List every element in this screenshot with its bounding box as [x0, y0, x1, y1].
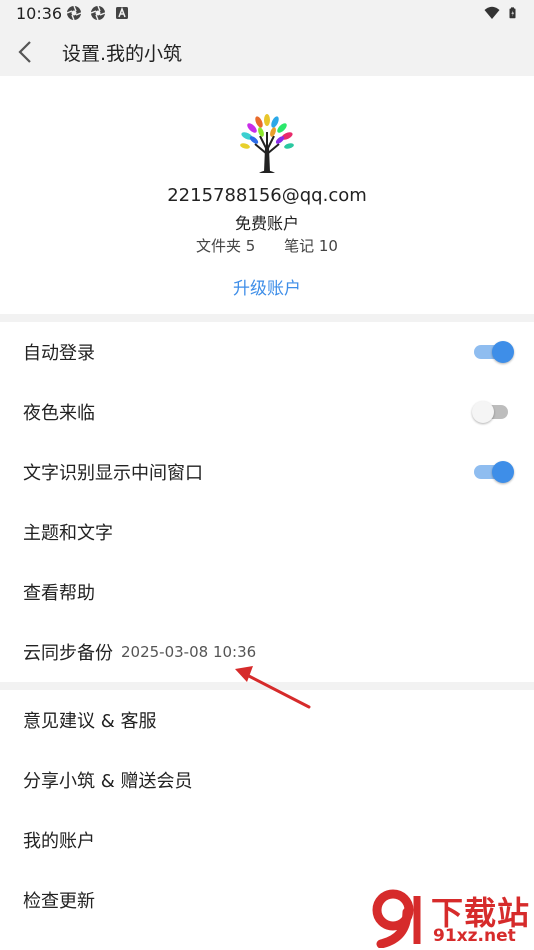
account-email: 2215788156@qq.com [167, 185, 367, 206]
page-title: 设置.我的小筑 [62, 43, 183, 65]
colorful-tree-icon [240, 114, 294, 173]
setting-theme[interactable]: 主题和文字 [0, 502, 534, 562]
toggle-knob [492, 461, 514, 483]
setting-my-account[interactable]: 我的账户 [0, 810, 534, 870]
setting-night-mode[interactable]: 夜色来临 [0, 382, 534, 442]
night-mode-toggle[interactable] [472, 401, 512, 423]
setting-auto-login[interactable]: 自动登录 [0, 322, 534, 382]
watermark-url: 91xz.net [433, 926, 516, 946]
setting-ocr-window[interactable]: 文字识别显示中间窗口 [0, 442, 534, 502]
setting-label: 分享小筑 & 赠送会员 [23, 771, 193, 792]
setting-cloud-sync[interactable]: 云同步备份 2025-03-08 10:36 [0, 622, 534, 682]
setting-label: 文字识别显示中间窗口 [23, 463, 203, 484]
status-left-icons [66, 5, 130, 21]
battery-icon [509, 7, 516, 19]
account-stats: 文件夹 5 笔记 10 [0, 235, 534, 256]
status-right-icons [484, 5, 520, 21]
profile-card: 2215788156@qq.com 免费账户 文件夹 5 笔记 10 升级账户 [0, 76, 534, 314]
setting-label: 云同步备份 [23, 643, 113, 664]
note-count: 笔记 10 [284, 237, 338, 255]
setting-share[interactable]: 分享小筑 & 赠送会员 [0, 750, 534, 810]
ocr-window-toggle[interactable] [472, 461, 514, 483]
setting-label: 意见建议 & 客服 [23, 711, 157, 732]
setting-help[interactable]: 查看帮助 [0, 562, 534, 622]
app-notification-icon [66, 5, 82, 21]
chevron-left-icon [18, 41, 31, 63]
toggle-knob [492, 341, 514, 363]
setting-label: 主题和文字 [23, 523, 113, 544]
setting-label: 我的账户 [23, 831, 95, 852]
auto-login-toggle[interactable] [472, 341, 514, 363]
setting-label: 查看帮助 [23, 583, 95, 604]
app-notification-icon [90, 5, 106, 21]
setting-label: 自动登录 [23, 343, 95, 364]
settings-group-main: 自动登录 夜色来临 文字识别显示中间窗口 主题和文字 查看帮助 云同步备份 20… [0, 322, 534, 682]
status-bar: 10:36 [0, 0, 534, 28]
sync-timestamp: 2025-03-08 10:36 [121, 643, 257, 661]
folder-count: 文件夹 5 [196, 237, 256, 255]
a-letter-icon [116, 6, 128, 19]
upgrade-account-link[interactable]: 升级账户 [0, 274, 534, 299]
setting-feedback[interactable]: 意见建议 & 客服 [0, 690, 534, 750]
toggle-knob [472, 401, 494, 423]
wifi-icon [484, 6, 500, 19]
app-bar: 设置.我的小筑 [0, 28, 534, 76]
account-plan: 免费账户 [234, 214, 299, 233]
site-watermark: 下载站 91xz.net [367, 886, 532, 948]
status-time: 10:36 [16, 4, 63, 23]
setting-label: 夜色来临 [23, 403, 95, 424]
back-button[interactable] [12, 36, 40, 68]
setting-label: 检查更新 [23, 891, 95, 912]
watermark-logo-icon [372, 889, 421, 948]
